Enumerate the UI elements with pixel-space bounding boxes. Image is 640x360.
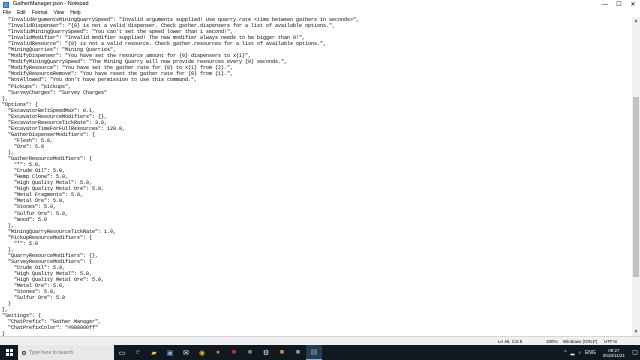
app-icon-grey[interactable]: ■ [290,345,306,360]
menu-view[interactable]: View [51,9,68,17]
editor-text[interactable]: "InvalidArgumentsMiningQuarrySpeed": "In… [0,17,632,336]
settings-icon[interactable]: ⚙ [258,345,274,360]
firefox-icon[interactable]: ● [210,345,226,360]
menu-edit[interactable]: Edit [14,9,29,17]
close-button[interactable]: ✕ [626,0,640,9]
clock[interactable]: 09:27 2018/11/21 [598,348,630,358]
taskbar-search[interactable] [18,345,114,360]
task-view-icon[interactable]: ▭ [114,345,130,360]
menu-bar: File Edit Format View Help [0,9,640,17]
encoding: UTF-8 [604,339,617,344]
menu-file[interactable]: File [0,9,14,17]
edge-browser-icon[interactable]: e [130,345,146,360]
mail-icon[interactable]: ✉ [178,345,194,360]
status-bar: Ln 46, Col 5 100% Windows (CRLF) UTF-8 [0,336,640,345]
search-icon [22,350,26,355]
network-icon[interactable]: ▂ [569,350,577,356]
search-input[interactable] [29,349,109,356]
action-center-icon[interactable]: ▢ [630,345,640,360]
clock-date: 2018/11/21 [602,352,625,358]
app-icon-green[interactable]: ■ [242,345,258,360]
zoom-level: 100% [546,339,558,344]
window-controls: — ☐ ✕ [598,0,640,9]
menu-format[interactable]: Format [29,9,51,17]
scroll-down-arrow-icon[interactable]: ▼ [632,328,640,336]
minimize-button[interactable]: — [598,0,612,9]
pinned-apps: ▭ e ▰ ▣ ✉ ◉ ● ■ ■ ⚙ ■ ■ ▤ [114,345,322,360]
cursor-position: Ln 46, Col 5 [498,339,523,344]
scroll-up-arrow-icon[interactable]: ▲ [632,17,640,25]
vertical-scrollbar[interactable]: ▲ ▼ [632,17,640,336]
notepad-taskbar-icon[interactable]: ▤ [306,345,322,360]
taskbar: ▭ e ▰ ▣ ✉ ◉ ● ■ ■ ⚙ ■ ■ ▤ ^ ▂ ♪ ENG 09:2… [0,345,640,360]
window-title: GatherManager.json - Notepad [13,1,89,7]
notepad-icon [3,1,9,8]
windows-logo-icon [5,349,13,356]
system-tray: ^ ▂ ♪ ENG 09:27 2018/11/21 ▢ [562,345,640,360]
store-icon[interactable]: ▣ [162,345,178,360]
file-explorer-icon[interactable]: ▰ [146,345,162,360]
scrollbar-thumb[interactable] [633,97,639,277]
start-button[interactable] [0,345,18,360]
maximize-button[interactable]: ☐ [612,0,626,9]
line-endings: Windows (CRLF) [563,339,598,344]
app-icon-red[interactable]: ■ [226,345,242,360]
app-icon-orange[interactable]: ■ [274,345,290,360]
chrome-icon[interactable]: ◉ [194,345,210,360]
text-editor[interactable]: "InvalidArgumentsMiningQuarrySpeed": "In… [0,17,632,336]
title-bar: GatherManager.json - Notepad — ☐ ✕ [0,0,640,9]
input-language[interactable]: ENG [583,350,598,356]
menu-help[interactable]: Help [67,9,83,17]
